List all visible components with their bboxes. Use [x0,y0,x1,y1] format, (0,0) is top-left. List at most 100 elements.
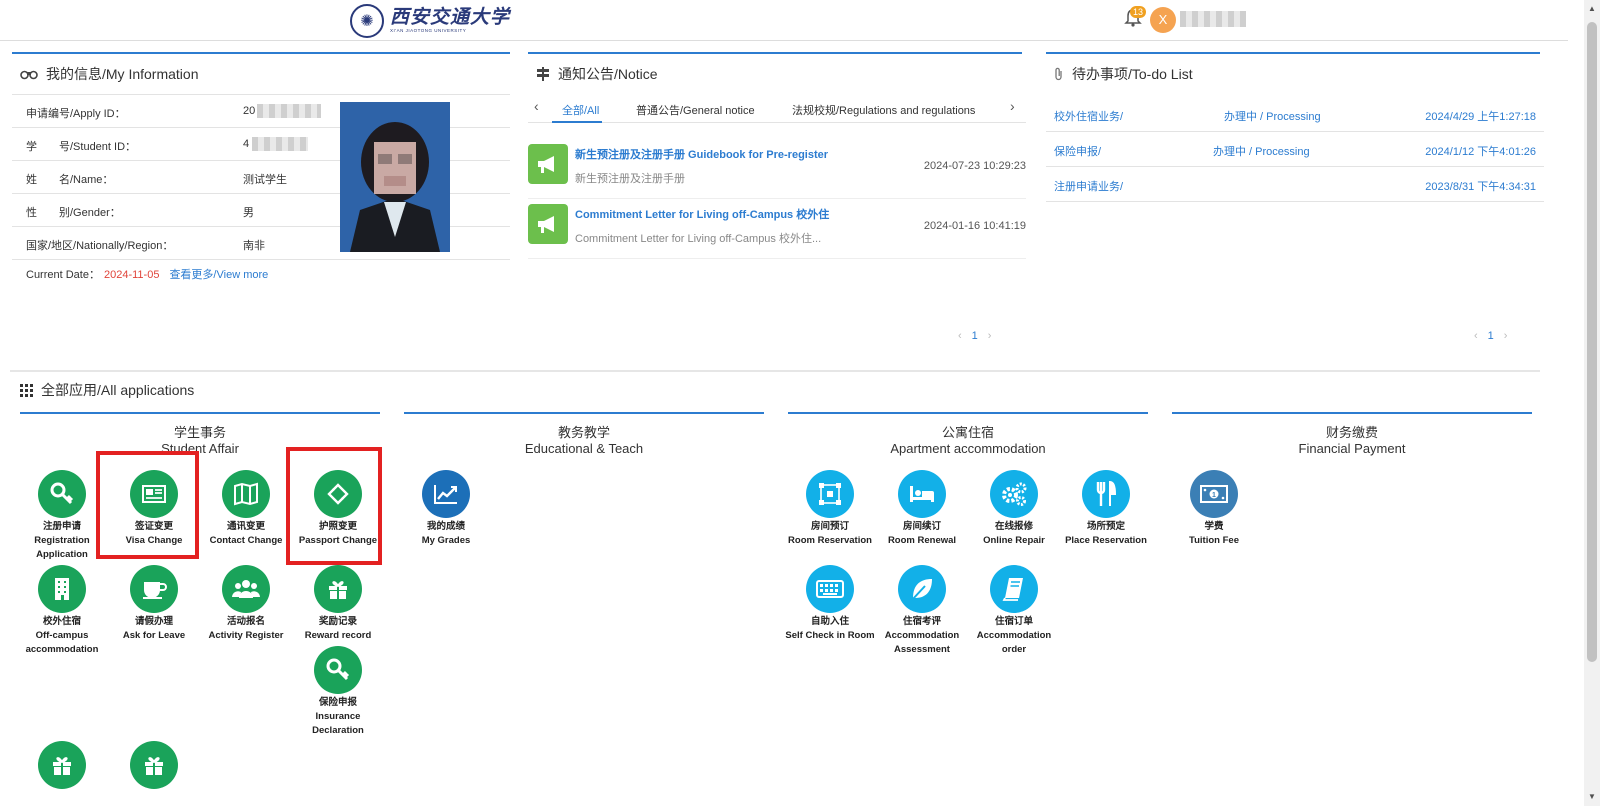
app-name-cn: 在线报修 [994,521,1033,532]
paperclip-icon [1055,67,1062,81]
category-en: Apartment accommodation [890,441,1046,456]
logo-english-name: XI'AN JIAOTONG UNIVERSITY [390,28,467,34]
current-date: Current Date： 2024-11-05 查看更多/View more [26,266,268,282]
pager-current-page[interactable]: 1 [972,330,978,342]
todo-title-text: 待办事项/To-do List [1072,66,1193,82]
info-value: 20 [243,105,256,117]
notice-item-title[interactable]: Commitment Letter for Living off-Campus … [575,206,829,222]
app-my-grades[interactable]: 我的成绩 My Grades [400,470,492,548]
app-accommodation-order[interactable]: 住宿订单 Accommodation order [968,565,1060,657]
bed-icon [898,470,946,518]
highlight-box-visa-change [96,451,199,559]
app-room-reservation[interactable]: 房间预订 Room Reservation [784,470,876,548]
megaphone-icon [528,144,568,184]
scroll-up-arrow[interactable]: ▲ [1587,4,1597,14]
app-activity-register[interactable]: 活动报名 Activity Register [200,565,292,643]
notice-item[interactable]: 新生预注册及注册手册 Guidebook for Pre-register 新生… [528,140,1026,199]
info-label: 性 别/Gender： [26,207,121,219]
app-accommodation-assessment[interactable]: 住宿考评 Accommodation Assessment [876,565,968,657]
svg-text:1: 1 [1212,492,1216,499]
app-off-campus-accommodation[interactable]: 校外住宿 Off-campus accommodation [16,565,108,657]
nodes-icon [806,470,854,518]
app-online-repair[interactable]: 在线报修 Online Repair [968,470,1060,548]
tab-regulations[interactable]: 法规校规/Regulations and regulations [792,102,975,118]
keyboard-icon [806,565,854,613]
app-contact-change[interactable]: 通讯变更 Contact Change [200,470,292,548]
money-icon: 1 [1190,470,1238,518]
signpost-icon [537,67,549,81]
app-name-en: My Grades [421,535,471,546]
coffee-icon [130,565,178,613]
todo-name[interactable]: 保险申报/ [1054,143,1101,159]
app-ask-for-leave[interactable]: 请假办理 Ask for Leave [108,565,200,643]
category-en: Financial Payment [1298,441,1406,456]
app-gift-partial-1[interactable] [16,741,108,789]
todo-pagination: ‹ 1 › [1464,330,1517,342]
todo-row[interactable]: 注册申请业务/ 2023/8/31 下午4:34:31 [1046,166,1544,202]
pager-next-icon[interactable]: › [988,330,992,342]
app-reward-record[interactable]: 奖励记录 Reward record [292,565,384,643]
tabs-next-arrow[interactable]: › [1010,98,1015,114]
info-label: 国家/地区/Nationally/Region： [26,240,174,252]
my-information-title: 我的信息/My Information [20,64,198,84]
app-self-check-in[interactable]: 自助入住 Self Check in Room [784,565,876,643]
app-name-en: Room Renewal [887,535,957,546]
scrollbar-thumb[interactable] [1587,22,1597,662]
current-date-value: 2024-11-05 [103,269,160,281]
todo-row[interactable]: 校外住宿业务/ 办理中 / Processing 2024/4/29 上午1:2… [1046,96,1544,132]
category-en: Educational & Teach [524,441,644,456]
app-name-en: Insurance Declaration [312,711,364,736]
app-place-reservation[interactable]: 场所预定 Place Reservation [1060,470,1152,548]
notice-item[interactable]: Commitment Letter for Living off-Campus … [528,200,1026,259]
app-registration-application[interactable]: 注册申请 Registration Application [16,470,108,562]
app-name-cn: 活动报名 [226,616,265,627]
student-id-redacted [252,137,308,151]
app-insurance-declaration[interactable]: 保险申报 Insurance Declaration [292,646,384,738]
pager-prev-icon[interactable]: ‹ [1474,330,1478,342]
notice-item-subtitle: Commitment Letter for Living off-Campus … [575,233,822,245]
app-name-en: Reward record [304,630,372,641]
pager-next-icon[interactable]: › [1504,330,1508,342]
megaphone-icon [528,204,568,244]
tabs-prev-arrow[interactable]: ‹ [534,98,539,114]
app-name-en: Contact Change [209,535,283,546]
app-tuition-fee[interactable]: 1 学费 Tuition Fee [1168,470,1260,548]
category-cn: 公寓住宿 [941,425,994,440]
app-name-en: Room Reservation [788,535,872,546]
app-name-cn: 保险申报 [318,697,357,708]
username-redacted[interactable] [1180,11,1246,27]
scroll-down-arrow[interactable]: ▼ [1587,792,1597,802]
all-applications-title-text: 全部应用/All applications [41,382,195,398]
all-applications-title: 全部应用/All applications [20,380,194,400]
pager-current-page[interactable]: 1 [1488,330,1494,342]
notice-item-title[interactable]: 新生预注册及注册手册 Guidebook for Pre-register [575,146,828,162]
app-name-en: Tuition Fee [1189,535,1239,546]
info-value: 南非 [243,240,265,252]
todo-time: 2024/4/29 上午1:27:18 [1425,111,1536,123]
todo-row[interactable]: 保险申报/ 办理中 / Processing 2024/1/12 下午4:01:… [1046,131,1544,167]
map-icon [222,470,270,518]
tab-general-notice[interactable]: 普通公告/General notice [636,102,755,118]
todo-name[interactable]: 注册申请业务/ [1054,178,1123,194]
pager-prev-icon[interactable]: ‹ [958,330,962,342]
category-cn: 教务教学 [557,425,610,440]
app-room-renewal[interactable]: 房间续订 Room Renewal [876,470,968,548]
tab-all[interactable]: 全部/All [562,102,599,118]
notice-item-time: 2024-01-16 10:41:19 [923,220,1026,232]
info-label: 申请编号/Apply ID： [26,108,126,120]
view-more-link[interactable]: 查看更多/View more [169,269,268,281]
category-cn: 财务缴费 [1325,425,1378,440]
gift-icon [314,565,362,613]
app-name-en: Off-campus accommodation [25,630,99,655]
university-logo[interactable]: ✺ 西安交通大学 XI'AN JIAOTONG UNIVERSITY [350,4,510,38]
app-gift-partial-2[interactable] [108,741,200,789]
app-name-cn: 场所预定 [1086,521,1125,532]
category-cn: 学生事务 [173,425,226,440]
todo-name[interactable]: 校外住宿业务/ [1054,108,1123,124]
app-name-en: Ask for Leave [122,630,186,641]
chart-up-icon [422,470,470,518]
notice-item-subtitle: 新生预注册及注册手册 [575,173,685,185]
app-name-en: Accommodation order [976,630,1052,655]
current-date-label: Current Date： [26,269,100,281]
avatar[interactable]: X [1150,7,1176,33]
